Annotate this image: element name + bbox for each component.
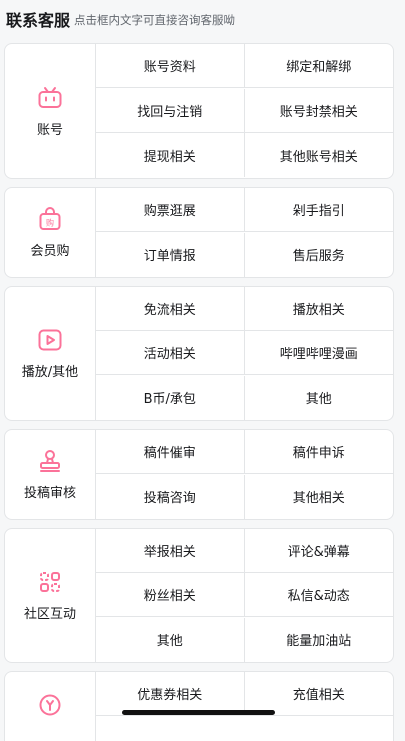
topic-button[interactable]: 免流相关	[96, 287, 245, 331]
stamp-icon	[40, 450, 60, 472]
category-submission: 投稿审核	[5, 430, 96, 519]
topic-button[interactable]: 账号资料	[96, 44, 245, 88]
topic-button[interactable]: 私信&动态	[244, 573, 393, 618]
category-community: 社区互动	[5, 529, 96, 662]
topic-button[interactable]: 剁手指引	[244, 188, 393, 232]
topic-button[interactable]: 订单情报	[96, 232, 245, 277]
category-card-account: 账号 账号资料 绑定和解绑 找回与注销 账号封禁相关 提现相关 其他账号相关	[4, 43, 394, 179]
category-label: 会员购	[30, 244, 70, 259]
topic-button[interactable]: 其他	[245, 376, 394, 420]
topic-button[interactable]: 播放相关	[244, 287, 393, 331]
play-icon	[38, 329, 62, 351]
category-card-community: 社区互动 举报相关 评论&弹幕 粉丝相关 私信&动态 其他 能量加油站	[4, 528, 394, 663]
wallet-icon	[39, 694, 61, 716]
topic-button[interactable]: 粉丝相关	[96, 573, 245, 618]
shopping-bag-icon: 购	[39, 207, 61, 230]
tv-icon	[38, 86, 62, 108]
category-label: 社区互动	[23, 607, 76, 622]
category-card-wallet: 优惠券相关 充值相关	[4, 671, 394, 741]
topic-button[interactable]: 其他账号相关	[245, 133, 394, 177]
category-card-mall: 购 会员购 购票逛展 剁手指引 订单情报 售后服务	[4, 187, 394, 278]
category-label: 播放/其他	[21, 365, 79, 380]
topic-button[interactable]: 提现相关	[96, 133, 245, 178]
page-hint: 点击框内文字可直接咨询客服呦	[74, 13, 236, 27]
category-label: 账号	[36, 122, 63, 138]
topic-button[interactable]: 评论&弹幕	[244, 529, 393, 573]
category-mall: 购 会员购	[5, 188, 96, 277]
category-label: 投稿审核	[23, 486, 76, 501]
topic-button[interactable]: 投稿咨询	[96, 474, 245, 519]
topic-button[interactable]: 绑定和解绑	[244, 44, 393, 88]
topic-button[interactable]: 购票逛展	[96, 188, 245, 232]
topic-button[interactable]: 举报相关	[96, 529, 245, 573]
category-playback: 播放/其他	[5, 287, 96, 420]
category-card-submission: 投稿审核 稿件催审 稿件申诉 投稿咨询 其他相关	[4, 429, 394, 520]
topic-button[interactable]: B币/承包	[96, 375, 245, 420]
category-card-playback: 播放/其他 免流相关 播放相关 活动相关 哔哩哔哩漫画 B币/承包 其他	[4, 286, 394, 421]
topic-button[interactable]: 稿件申诉	[244, 430, 393, 474]
page-header: 联系客服 点击框内文字可直接咨询客服呦	[0, 0, 405, 38]
page-title: 联系客服	[6, 11, 71, 30]
category-account: 账号	[5, 44, 96, 178]
topic-button[interactable]: 其他	[96, 617, 245, 662]
topic-button[interactable]: 其他相关	[245, 475, 394, 519]
home-indicator[interactable]	[122, 710, 275, 715]
topic-button[interactable]: 账号封禁相关	[244, 89, 393, 133]
topic-button[interactable]: 稿件催审	[96, 430, 245, 474]
community-icon	[40, 572, 60, 592]
topic-button[interactable]: 能量加油站	[245, 618, 394, 662]
svg-text:购: 购	[46, 218, 54, 228]
topic-button[interactable]: 哔哩哔哩漫画	[244, 331, 393, 376]
topic-button[interactable]: 找回与注销	[96, 88, 245, 133]
topic-button[interactable]: 售后服务	[245, 233, 394, 277]
topic-button[interactable]: 活动相关	[96, 331, 245, 376]
category-wallet	[5, 672, 96, 741]
